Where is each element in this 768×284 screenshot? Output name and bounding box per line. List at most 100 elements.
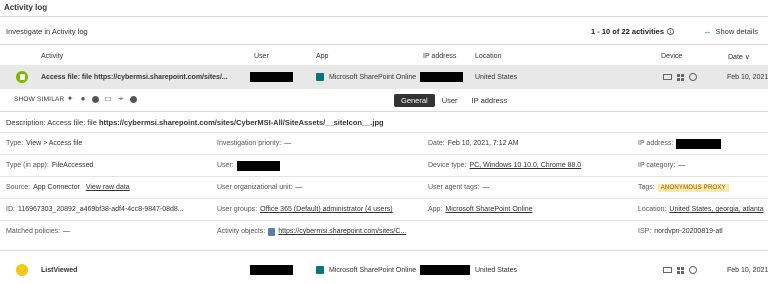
id-label: ID:	[6, 206, 15, 213]
app-cell[interactable]: Microsoft SharePoint Online	[329, 267, 416, 274]
divider	[0, 16, 768, 17]
column-header-location[interactable]: Location	[475, 53, 501, 60]
activity-type-icon[interactable]: ✦	[66, 95, 74, 103]
location-pin-icon[interactable]: ⌖	[117, 95, 125, 103]
windows-icon	[677, 266, 684, 274]
description-prefix: Description: Access file: file	[6, 118, 99, 127]
type-in-app-value: FileAccessed	[51, 162, 94, 169]
clock-icon[interactable]	[130, 95, 137, 103]
date-cell: Feb 10, 2021,	[727, 73, 768, 81]
matched-policies-label: Matched policies:	[6, 228, 61, 235]
details-row: Type: View > Access file Investigation pr…	[0, 132, 768, 154]
show-details-label: Show details	[715, 27, 758, 36]
column-header-app[interactable]: App	[316, 53, 328, 60]
user-groups-label: User groups:	[217, 206, 258, 213]
monitor-icon	[663, 267, 672, 273]
info-icon[interactable]: i	[667, 28, 674, 35]
monitor-icon[interactable]: ▭	[104, 95, 112, 103]
similar-filter-icons: ✦ ● ▭ ⌖	[66, 95, 137, 103]
activity-bolt-icon: ⚡	[16, 264, 28, 276]
description-url: https://cybermsi.sharepoint.com/sites/Cy…	[98, 118, 384, 127]
table-row[interactable]: Access file: file https://cybermsi.share…	[0, 65, 768, 89]
investigation-priority-label: Investigation priority:	[217, 140, 282, 147]
device-type-label: Device type:	[428, 162, 467, 169]
anonymous-proxy-tag[interactable]: ANONYMOUS PROXY	[657, 183, 729, 192]
file-icon	[268, 227, 276, 236]
user-agent-tags-value: —	[482, 184, 490, 191]
location-link[interactable]: United States, georgia, atlanta	[669, 206, 763, 213]
org-unit-value: —	[295, 184, 303, 191]
activity-count-text: 1 - 10 of 22 activities	[591, 27, 664, 36]
redacted-ip	[420, 72, 463, 82]
view-raw-data-link[interactable]: View raw data	[86, 184, 130, 191]
column-header-activity[interactable]: Activity	[41, 53, 63, 60]
investigate-link[interactable]: Investigate in Activity log	[6, 27, 88, 36]
app-label: App:	[428, 206, 443, 213]
redacted-user	[250, 265, 293, 275]
redacted-user	[236, 160, 280, 171]
matched-policies-value: —	[63, 228, 71, 235]
redacted-user	[250, 72, 293, 82]
isp-label: ISP:	[638, 228, 652, 235]
column-header-date[interactable]: Date ∨	[728, 53, 750, 61]
activity-objects-label: Activity objects:	[217, 228, 266, 235]
app-cell[interactable]: Microsoft SharePoint Online	[329, 74, 416, 81]
table-row[interactable]: ⚡ ListViewed Microsoft SharePoint Online…	[0, 258, 768, 282]
app-icon[interactable]	[92, 95, 99, 103]
tags-label: Tags:	[638, 184, 655, 191]
column-header-device[interactable]: Device	[661, 53, 682, 60]
date-value: Feb 10, 2021, 7:12 AM	[447, 140, 519, 147]
user-agent-tags-label: User agent tags:	[428, 184, 480, 191]
divider	[0, 44, 768, 45]
column-header-ip-address[interactable]: IP address	[423, 53, 456, 60]
location-cell: United States	[475, 73, 518, 81]
org-unit-label: User organizational unit:	[217, 184, 293, 191]
location-cell: United States	[475, 266, 518, 274]
ip-category-value: —	[678, 162, 686, 169]
chrome-icon	[689, 266, 697, 274]
investigation-priority-value: —	[284, 140, 292, 147]
ip-address-label: IP address:	[638, 140, 674, 147]
detail-tabs: General User IP address	[394, 94, 514, 107]
redacted-ip	[420, 265, 470, 275]
user-label: User:	[217, 162, 234, 169]
sharepoint-icon	[316, 266, 324, 274]
column-header-user[interactable]: User	[254, 53, 269, 60]
user-groups-link[interactable]: Office 365 (Default) administrator (4 us…	[260, 206, 393, 213]
show-details-button[interactable]: ↔ Show details	[703, 27, 758, 36]
location-label: Location:	[638, 206, 667, 213]
app-link[interactable]: Microsoft SharePoint Online	[445, 206, 532, 213]
chrome-icon	[689, 73, 697, 81]
details-row: ID: 116967303_20892_a469bf38-adf4-4cc8-98…	[0, 198, 768, 220]
section-title: Activity log	[4, 3, 48, 12]
details-row: Type (in app): FileAccessed User: Device …	[0, 154, 768, 176]
activity-cell[interactable]: ListViewed	[41, 258, 77, 282]
source-value: App Connector	[33, 184, 80, 191]
id-value: 116967303_20892_a469bf38-adf4-4cc8-9847-…	[17, 206, 184, 213]
tab-ip-address[interactable]: IP address	[465, 94, 515, 107]
tab-user[interactable]: User	[435, 94, 465, 107]
device-icons	[663, 266, 697, 274]
activity-count: 1 - 10 of 22 activities i	[591, 27, 674, 36]
ip-category-label: IP category:	[638, 162, 676, 169]
source-label: Source:	[6, 184, 31, 191]
windows-icon	[677, 73, 684, 81]
activity-objects-link[interactable]: https://cybermsi.sharepoint.com/sites/C.…	[278, 228, 406, 235]
user-icon[interactable]: ●	[79, 95, 87, 103]
sharepoint-icon	[316, 73, 324, 81]
device-type-link[interactable]: PC, Windows 10 10.0, Chrome 88.0	[470, 162, 582, 169]
type-in-app-label: Type (in app):	[6, 162, 49, 169]
type-label: Type:	[6, 140, 24, 147]
date-cell: Feb 10, 2021,	[727, 266, 768, 274]
tab-general[interactable]: General	[394, 94, 435, 107]
redacted-ip	[676, 138, 722, 149]
description: Description: Access file: file https://c…	[6, 118, 384, 127]
details-row: Source: App Connector View raw data User o…	[0, 176, 768, 198]
activity-cell[interactable]: Access file: file https://cybermsi.share…	[41, 65, 228, 89]
activity-file-icon	[16, 71, 28, 83]
type-value: View > Access file	[26, 140, 83, 147]
divider	[0, 250, 768, 251]
details-row: Matched policies: — Activity objects: http…	[0, 220, 768, 242]
device-icons	[663, 73, 697, 81]
divider	[0, 111, 768, 112]
